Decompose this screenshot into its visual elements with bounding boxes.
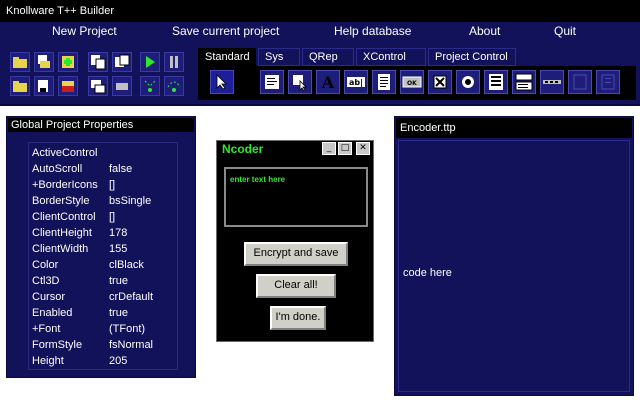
popup-menu-icon[interactable] bbox=[288, 70, 312, 94]
title-bar: Knollware T++ Builder bbox=[0, 0, 640, 22]
groupbox-icon[interactable] bbox=[568, 70, 592, 94]
view-form-icon[interactable] bbox=[112, 76, 132, 96]
save-icon[interactable] bbox=[34, 76, 54, 96]
window-title: Knollware T++ Builder bbox=[6, 5, 115, 17]
property-row[interactable]: AutoScroll false bbox=[29, 163, 177, 179]
ncoder-title: Ncoder bbox=[222, 142, 264, 156]
code-editor-title-bar: Encoder.ttp bbox=[396, 118, 632, 138]
radiogroup-icon[interactable] bbox=[596, 70, 620, 94]
menu-quit[interactable]: Quit bbox=[554, 24, 576, 38]
property-row[interactable]: ClientControl[] bbox=[29, 211, 177, 227]
property-row[interactable]: Color clBlack bbox=[29, 259, 177, 275]
property-row[interactable]: ClientWidth 155 bbox=[29, 243, 177, 259]
menu-save-project[interactable]: Save current project bbox=[172, 24, 279, 38]
new-file-icon[interactable] bbox=[58, 52, 78, 72]
svg-text:OK: OK bbox=[407, 80, 417, 87]
pause-icon[interactable] bbox=[164, 52, 184, 72]
property-row[interactable]: BorderStyle bsSingle bbox=[29, 195, 177, 211]
copy-icon[interactable] bbox=[88, 52, 108, 72]
paste-icon[interactable] bbox=[112, 52, 132, 72]
combobox-icon[interactable] bbox=[512, 70, 536, 94]
edit-icon[interactable]: ab| bbox=[344, 70, 368, 94]
close-file-icon[interactable] bbox=[58, 76, 78, 96]
menu-new-project[interactable]: New Project bbox=[52, 24, 117, 38]
tab-qrep[interactable]: QRep bbox=[302, 48, 354, 66]
properties-title-text: Global Project Properties bbox=[11, 119, 134, 131]
label-icon[interactable]: A bbox=[316, 70, 340, 94]
open-folder-2-icon[interactable] bbox=[10, 76, 30, 96]
close-icon[interactable]: ✕ bbox=[356, 142, 370, 155]
scrollbar-icon[interactable] bbox=[540, 70, 564, 94]
encrypt-save-button[interactable]: Encrypt and save bbox=[244, 242, 348, 266]
code-editor-content[interactable]: code here bbox=[403, 267, 452, 279]
property-row[interactable]: +Font (TFont) bbox=[29, 323, 177, 339]
main-menu-icon[interactable] bbox=[260, 70, 284, 94]
run-icon[interactable] bbox=[140, 52, 160, 72]
component-palette: A ab| OK bbox=[198, 66, 636, 100]
property-row[interactable]: +BorderIcons[] bbox=[29, 179, 177, 195]
toolbar: Standard Sys QRep XControl Project Contr… bbox=[0, 42, 640, 106]
properties-panel-title: Global Project Properties bbox=[8, 118, 194, 132]
menu-about[interactable]: About bbox=[469, 24, 500, 38]
clear-all-button[interactable]: Clear all! bbox=[256, 274, 336, 298]
property-row[interactable]: FormStyle fsNormal bbox=[29, 339, 177, 355]
tab-project-control[interactable]: Project Control bbox=[428, 48, 516, 66]
menu-help-database[interactable]: Help database bbox=[334, 24, 411, 38]
tab-sys[interactable]: Sys bbox=[258, 48, 300, 66]
property-row[interactable]: Cursor crDefault bbox=[29, 291, 177, 307]
step-into-icon[interactable] bbox=[140, 76, 160, 96]
minimize-icon[interactable]: _ bbox=[322, 142, 336, 155]
radio-button-icon[interactable] bbox=[456, 70, 480, 94]
tab-standard[interactable]: Standard bbox=[198, 48, 256, 66]
checkbox-icon[interactable] bbox=[428, 70, 452, 94]
done-button[interactable]: I'm done. bbox=[270, 306, 326, 330]
property-row[interactable]: Height 205 bbox=[29, 355, 177, 371]
ncoder-input-placeholder: enter text here bbox=[230, 175, 286, 184]
properties-list: ActiveControl AutoScroll false +BorderIco… bbox=[28, 142, 178, 370]
property-row[interactable]: Enabled true bbox=[29, 307, 177, 323]
tab-xcontrol[interactable]: XControl bbox=[356, 48, 426, 66]
maximize-icon[interactable]: □ bbox=[338, 142, 352, 155]
property-row[interactable]: ClientHeight 178 bbox=[29, 227, 177, 243]
svg-text:ab|: ab| bbox=[349, 78, 363, 87]
step-over-icon[interactable] bbox=[164, 76, 184, 96]
new-form-icon[interactable] bbox=[88, 76, 108, 96]
memo-icon[interactable] bbox=[372, 70, 396, 94]
code-editor-title: Encoder.ttp bbox=[400, 122, 456, 134]
property-row[interactable]: Ctl3D true bbox=[29, 275, 177, 291]
pointer-icon[interactable] bbox=[210, 70, 234, 94]
listbox-icon[interactable] bbox=[484, 70, 508, 94]
open-folder-icon[interactable] bbox=[10, 52, 30, 72]
property-row[interactable]: ActiveControl bbox=[29, 147, 177, 163]
ncoder-text-input[interactable]: enter text here bbox=[224, 167, 368, 227]
button-icon[interactable]: OK bbox=[400, 70, 424, 94]
open-project-icon[interactable] bbox=[34, 52, 54, 72]
menu-bar: New Project Save current project Help da… bbox=[0, 22, 640, 42]
code-editor-area[interactable]: code here bbox=[398, 140, 630, 392]
